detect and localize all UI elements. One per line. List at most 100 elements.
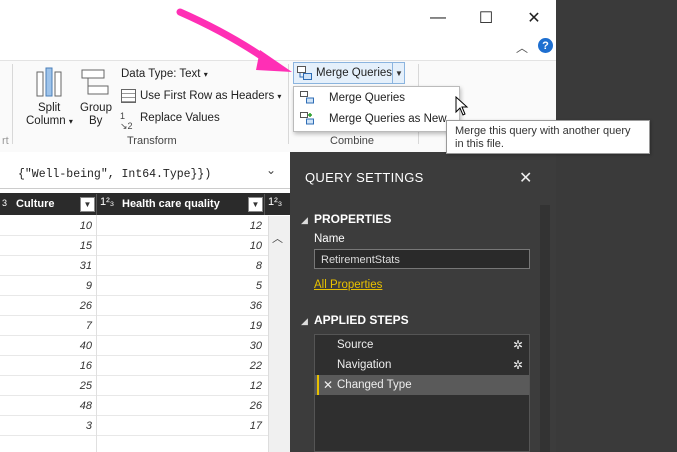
row-divider <box>0 415 290 416</box>
query-name-input[interactable]: RetirementStats <box>314 249 530 269</box>
row-divider <box>0 395 290 396</box>
merge-queries-label: Merge Queries <box>316 67 393 79</box>
column-header-culture[interactable]: Culture <box>16 198 55 210</box>
row-divider <box>0 295 290 296</box>
mouse-cursor-icon <box>455 95 469 121</box>
group-by-label-2: By <box>89 115 103 127</box>
combine-group-label: Combine <box>330 135 375 147</box>
ribbon-separator <box>12 64 13 144</box>
close-icon[interactable]: ✕ <box>519 168 532 188</box>
delete-step-icon[interactable]: ✕ <box>323 375 333 395</box>
merge-queries-dropdown-arrow[interactable]: ▼ <box>392 62 405 84</box>
cell-health-care-quality[interactable]: 8 <box>100 260 262 272</box>
cell-culture[interactable]: 48 <box>0 400 92 412</box>
cell-health-care-quality[interactable]: 17 <box>100 420 262 432</box>
step-navigation[interactable]: Navigation ✲ <box>315 355 529 375</box>
close-button[interactable]: ✕ <box>524 8 544 28</box>
split-column-label-1: Split <box>38 102 61 114</box>
column-divider <box>96 215 97 452</box>
desktop-background <box>556 0 677 452</box>
column-header-health-care-quality[interactable]: Health care quality <box>122 198 220 210</box>
group-by-label-1: Group <box>80 102 112 114</box>
cell-culture[interactable]: 40 <box>0 340 92 352</box>
row-divider <box>0 375 290 376</box>
row-divider <box>0 275 290 276</box>
maximize-button[interactable]: ☐ <box>476 8 496 28</box>
cell-health-care-quality[interactable]: 12 <box>100 380 262 392</box>
cell-culture[interactable]: 26 <box>0 300 92 312</box>
cell-health-care-quality[interactable]: 36 <box>100 300 262 312</box>
filter-button[interactable]: ▼ <box>248 197 263 212</box>
cell-health-care-quality[interactable]: 22 <box>100 360 262 372</box>
properties-header: PROPERTIES <box>314 212 392 226</box>
close-icon: ✕ <box>527 10 541 27</box>
cell-culture[interactable]: 3 <box>0 420 92 432</box>
all-properties-link[interactable]: All Properties <box>314 279 382 291</box>
selection-marker <box>317 375 319 395</box>
expand-formula-icon[interactable]: ⌄ <box>266 163 276 177</box>
step-changed-type[interactable]: ✕ Changed Type <box>315 375 529 395</box>
merge-queries-icon <box>300 91 314 109</box>
cell-health-care-quality[interactable]: 12 <box>100 220 262 232</box>
split-column-label-2: Column ▾ <box>26 115 73 127</box>
column-divider <box>96 194 97 215</box>
cell-health-care-quality[interactable]: 26 <box>100 400 262 412</box>
split-column-button[interactable] <box>34 66 64 103</box>
collapse-triangle-icon[interactable]: ◢ <box>301 215 308 226</box>
column-divider <box>264 194 265 215</box>
query-settings-title: QUERY SETTINGS <box>305 170 424 185</box>
applied-steps-header: APPLIED STEPS <box>314 313 409 327</box>
tooltip: Merge this query with another query in t… <box>446 120 650 154</box>
cell-culture[interactable]: 9 <box>0 280 92 292</box>
formula-text: {"Well-being", Int64.Type}}) <box>18 168 212 181</box>
minimize-icon: — <box>430 9 446 26</box>
column-type-icon[interactable]: 1²₃ <box>100 196 114 208</box>
transform-group-label: Transform <box>127 135 177 147</box>
menu-item-merge-queries[interactable]: Merge Queries <box>329 92 405 104</box>
menu-item-merge-queries-as-new[interactable]: Merge Queries as New <box>329 113 447 125</box>
group-by-icon <box>81 69 109 95</box>
collapse-triangle-icon[interactable]: ◢ <box>301 316 308 327</box>
cell-culture[interactable]: 7 <box>0 320 92 332</box>
row-divider <box>0 255 290 256</box>
annotation-arrow-icon <box>170 4 295 81</box>
merge-queries-icon <box>297 66 312 85</box>
first-row-headers-icon <box>121 89 136 103</box>
merge-queries-as-new-icon <box>300 112 314 130</box>
scroll-up-icon[interactable]: ︿ <box>272 230 283 246</box>
row-divider <box>0 235 290 236</box>
replace-values-button[interactable]: Replace Values <box>140 112 220 124</box>
vertical-scrollbar[interactable] <box>268 216 291 452</box>
gear-icon[interactable]: ✲ <box>513 355 523 375</box>
cell-health-care-quality[interactable]: 19 <box>100 320 262 332</box>
cell-culture[interactable]: 15 <box>0 240 92 252</box>
cell-culture[interactable]: 31 <box>0 260 92 272</box>
group-by-button[interactable] <box>80 68 110 103</box>
step-source[interactable]: Source ✲ <box>315 335 529 355</box>
column-type-icon[interactable]: 1²₃ <box>268 196 282 208</box>
row-divider <box>0 435 290 436</box>
row-divider <box>0 355 290 356</box>
help-icon[interactable]: ? <box>538 38 553 53</box>
use-first-row-headers-button[interactable]: Use First Row as Headers ▾ <box>140 90 281 102</box>
column-type-icon: 3 <box>2 198 8 208</box>
row-divider <box>0 335 290 336</box>
split-column-icon <box>36 67 62 97</box>
cell-health-care-quality[interactable]: 30 <box>100 340 262 352</box>
panel-scrollbar[interactable] <box>540 205 550 452</box>
cell-health-care-quality[interactable]: 5 <box>100 280 262 292</box>
cell-culture[interactable]: 25 <box>0 380 92 392</box>
name-label: Name <box>314 233 345 245</box>
gear-icon[interactable]: ✲ <box>513 335 523 355</box>
formula-gap <box>0 152 290 160</box>
cell-culture[interactable]: 16 <box>0 360 92 372</box>
cell-culture[interactable]: 10 <box>0 220 92 232</box>
collapse-ribbon-icon[interactable]: ︿ <box>516 39 528 56</box>
minimize-button[interactable]: — <box>428 8 448 28</box>
filter-button[interactable]: ▼ <box>80 197 95 212</box>
row-divider <box>0 315 290 316</box>
cell-health-care-quality[interactable]: 10 <box>100 240 262 252</box>
maximize-icon: ☐ <box>478 10 494 27</box>
partial-group-label: rt <box>2 135 9 147</box>
replace-values-icon: 1 ↘2 <box>120 111 133 131</box>
